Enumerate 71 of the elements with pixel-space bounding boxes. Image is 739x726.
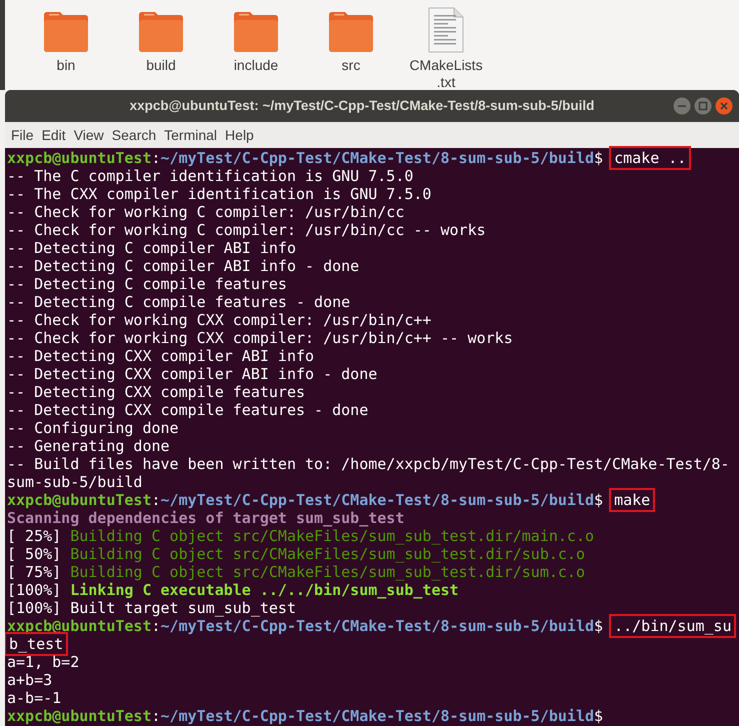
highlighted-command: make (612, 491, 652, 509)
output-text: : (152, 491, 161, 509)
highlighted-command: b_test (7, 635, 66, 653)
output-text: -- Detecting C compiler ABI info (7, 239, 296, 257)
prompt-path: ~/myTest/C-Cpp-Test/CMake-Test/8-sum-sub-5/build (160, 707, 594, 725)
folder-icon[interactable] (327, 11, 375, 53)
output-text: Linking C executable ../../bin/sum_sub_test (70, 581, 459, 599)
prompt-user: xxpcb@ubuntuTest (7, 617, 152, 635)
output-text: [100%] (7, 581, 62, 599)
prompt-user: xxpcb@ubuntuTest (7, 707, 152, 725)
output-text: [ 25%] (7, 527, 62, 545)
output-text: [100%] Built target sum_sub_test (7, 599, 296, 617)
output-text: $ (594, 707, 604, 725)
output-text: $ (594, 149, 604, 167)
output-text: : (152, 149, 161, 167)
prompt-path: ~/myTest/C-Cpp-Test/CMake-Test/8-sum-sub-5/build (160, 491, 594, 509)
output-text: : (152, 707, 161, 725)
output-text: -- Check for working C compiler: /usr/bin/cc -- works (7, 221, 486, 239)
prompt-path: ~/myTest/C-Cpp-Test/CMake-Test/8-sum-sub-5/build (160, 149, 594, 167)
output-text: a+b=3 (7, 671, 52, 689)
menu-item[interactable]: Help (225, 124, 254, 146)
output-text: -- Detecting CXX compile features - done (7, 401, 368, 419)
menu-item[interactable]: Terminal (164, 124, 218, 146)
output-text: -- Detecting CXX compiler ABI info - done (7, 365, 378, 383)
output-text: -- Detecting C compile features - done (7, 293, 350, 311)
file-name[interactable]: build (146, 57, 176, 74)
folder-icon[interactable] (137, 11, 185, 53)
file-name[interactable]: CMakeLists .txt (409, 57, 483, 91)
output-text: -- Detecting C compile features (7, 275, 287, 293)
output-text: -- Build files have been written to: /home/xxpcb/myTest/C-Cpp-Test/CMake-Test/8- (7, 455, 730, 473)
output-text: Building C object src/CMakeFiles/sum_sub_test.dir/sum.c.o (70, 563, 585, 581)
output-text: a=1, b=2 (7, 653, 80, 671)
prompt-user: xxpcb@ubuntuTest (7, 149, 152, 167)
output-text: Building C object src/CMakeFiles/sum_sub_test.dir/sub.c.o (70, 545, 585, 563)
output-text: -- The CXX compiler identification is GNU 7.5.0 (7, 185, 432, 203)
prompt-path: ~/myTest/C-Cpp-Test/CMake-Test/8-sum-sub-5/build (160, 617, 594, 635)
output-text: sum-sub-5/build (7, 473, 142, 491)
output-text: -- Check for working C compiler: /usr/bin/cc (7, 203, 404, 221)
output-text: -- Detecting CXX compile features (7, 383, 306, 401)
menu-item[interactable]: Search (112, 124, 156, 146)
output-text: -- Detecting CXX compiler ABI info (7, 347, 314, 365)
text-file-icon[interactable] (428, 7, 464, 53)
output-text: -- Configuring done (7, 419, 179, 437)
menu-item[interactable]: File (11, 124, 34, 146)
menu-item[interactable]: View (74, 124, 104, 146)
file-name[interactable]: include (234, 57, 278, 74)
output-text: -- The C compiler identification is GNU 7.5.0 (7, 167, 414, 185)
minimize-icon[interactable] (673, 97, 691, 115)
menu-item[interactable]: Edit (42, 124, 66, 146)
close-icon[interactable] (715, 97, 733, 115)
output-text: : (152, 617, 161, 635)
output-text: $ (594, 491, 604, 509)
output-text: $ (594, 617, 604, 635)
file-name[interactable]: bin (56, 57, 76, 74)
folder-icon[interactable] (42, 11, 90, 53)
output-text: Building C object src/CMakeFiles/sum_sub_test.dir/main.c.o (70, 527, 594, 545)
highlighted-command: ../bin/sum_su (612, 617, 734, 635)
output-text: -- Detecting C compiler ABI info - done (7, 257, 360, 275)
window-title: xxpcb@ubuntuTest: ~/myTest/C-Cpp-Test/CMake-Test/8-sum-sub-5/build (130, 96, 594, 115)
maximize-icon[interactable] (694, 97, 712, 115)
output-text: -- Generating done (7, 437, 170, 455)
highlighted-command: cmake .. (612, 149, 688, 167)
output-text: [ 50%] (7, 545, 62, 563)
output-text: -- Check for working CXX compiler: /usr/bin/c++ (7, 311, 432, 329)
file-name[interactable]: src (342, 57, 360, 74)
output-text: [ 75%] (7, 563, 62, 581)
output-text: -- Check for working CXX compiler: /usr/bin/c++ -- works (7, 329, 513, 347)
output-text: a-b=-1 (7, 689, 62, 707)
output-text: Scanning dependencies of target sum_sub_test (7, 509, 404, 527)
folder-icon[interactable] (232, 11, 280, 53)
prompt-user: xxpcb@ubuntuTest (7, 491, 152, 509)
